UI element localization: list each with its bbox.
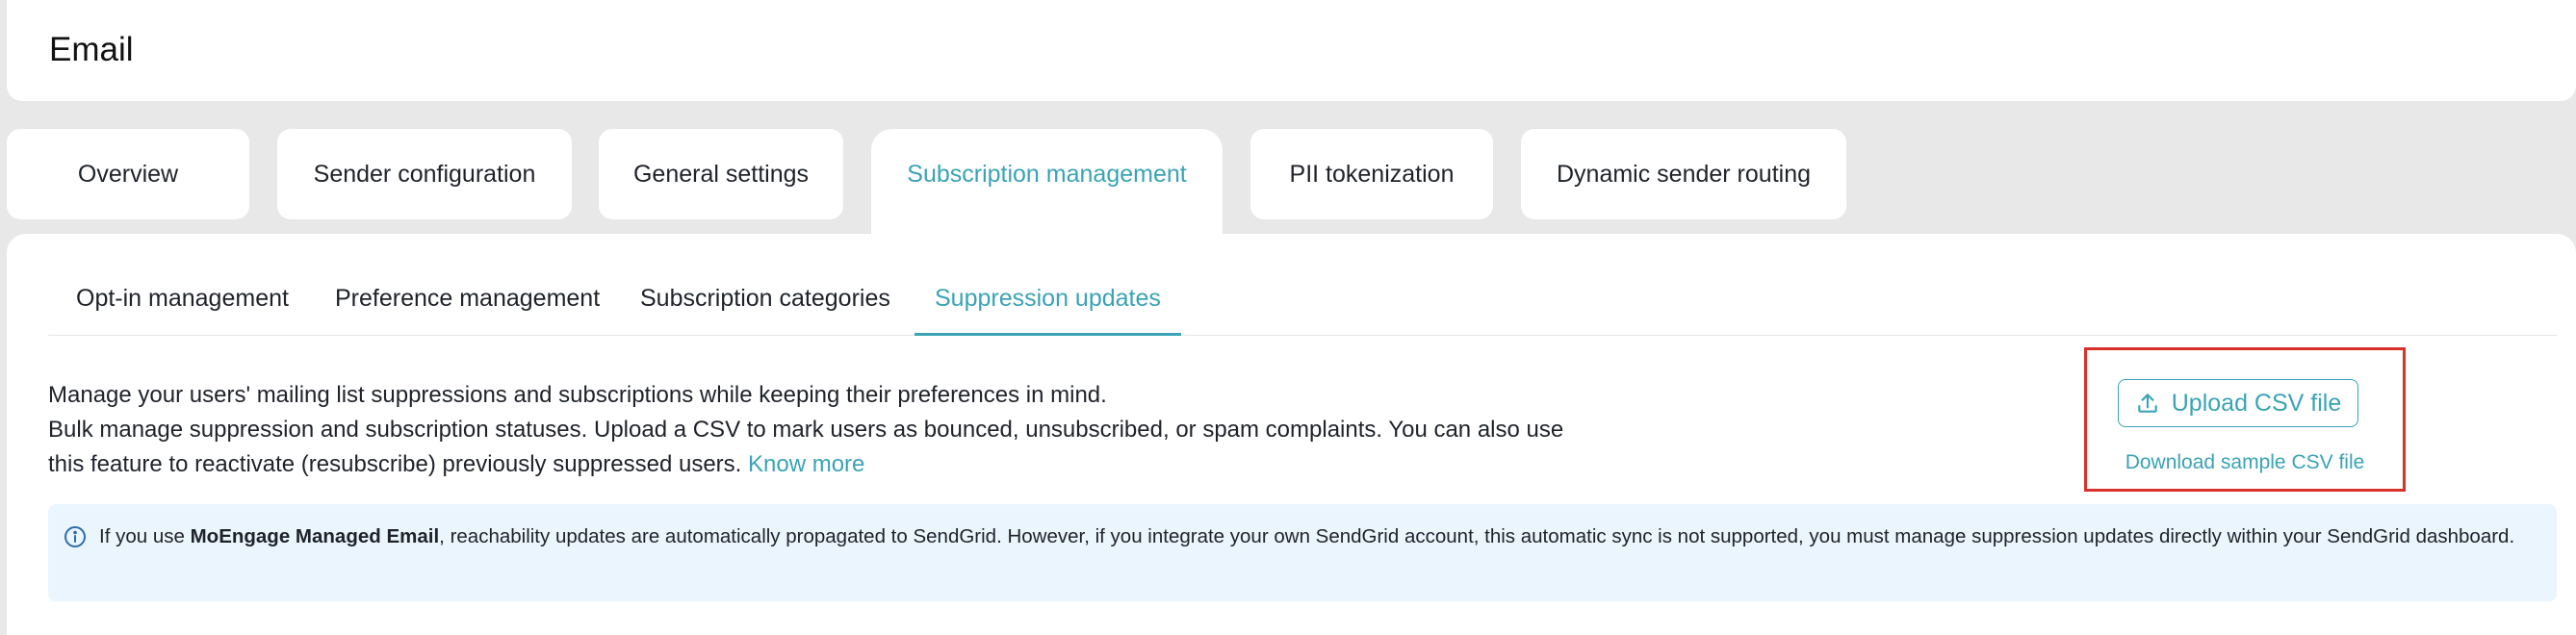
page-title: Email — [49, 31, 134, 68]
info-text-suffix: , reachability updates are automatically… — [439, 525, 2515, 547]
info-banner: If you use MoEngage Managed Email, reach… — [48, 504, 2557, 601]
description: Manage your users' mailing list suppress… — [48, 378, 1569, 482]
main-tabs: Overview Sender configuration General se… — [0, 129, 2576, 237]
tab-subscription-management[interactable]: Subscription management — [871, 129, 1223, 237]
know-more-link[interactable]: Know more — [748, 451, 864, 477]
upload-highlight-box: Upload CSV file Download sample CSV file — [2084, 347, 2406, 492]
upload-icon — [2138, 394, 2157, 413]
content-panel: Opt-in management Preference management … — [7, 234, 2576, 635]
subtab-suppression-updates[interactable]: Suppression updates — [914, 282, 1181, 336]
description-line-2: Bulk manage suppression and subscription… — [48, 413, 1569, 482]
description-line-1: Manage your users' mailing list suppress… — [48, 382, 1107, 408]
tab-pii-tokenization[interactable]: PII tokenization — [1250, 129, 1493, 219]
tab-general-settings[interactable]: General settings — [599, 129, 843, 219]
upload-csv-button-label: Upload CSV file — [2171, 389, 2342, 417]
tab-overview[interactable]: Overview — [7, 129, 249, 219]
subtab-preference-management[interactable]: Preference management — [335, 282, 600, 336]
tab-sender-configuration[interactable]: Sender configuration — [277, 129, 572, 219]
subtab-subscription-categories[interactable]: Subscription categories — [640, 282, 890, 336]
info-icon — [64, 526, 86, 547]
info-text: If you use MoEngage Managed Email, reach… — [99, 520, 2535, 554]
subtab-opt-in-management[interactable]: Opt-in management — [76, 282, 289, 336]
page-header: Email — [7, 0, 2576, 101]
tab-dynamic-sender-routing[interactable]: Dynamic sender routing — [1521, 129, 1846, 219]
info-text-prefix: If you use — [99, 525, 191, 547]
sub-tabs: Opt-in management Preference management … — [48, 282, 2557, 336]
info-text-bold: MoEngage Managed Email — [190, 525, 440, 547]
download-sample-csv-link[interactable]: Download sample CSV file — [2087, 451, 2403, 474]
upload-csv-button[interactable]: Upload CSV file — [2118, 379, 2358, 427]
